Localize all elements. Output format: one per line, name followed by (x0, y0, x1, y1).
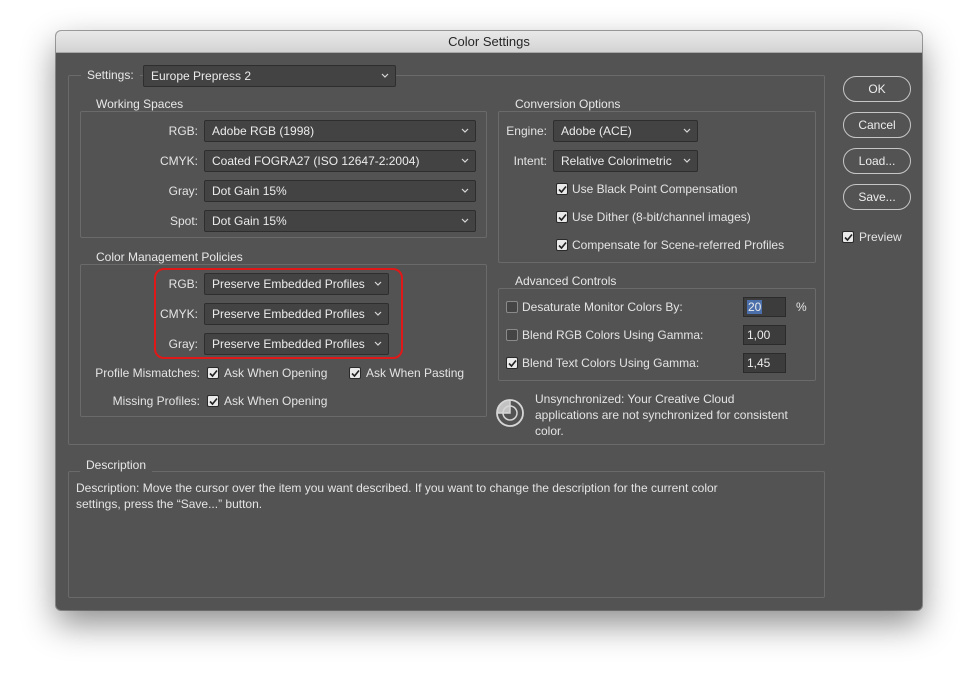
checkmark-icon (558, 241, 567, 250)
checkmark-icon (844, 233, 853, 242)
advanced-controls-title: Advanced Controls (509, 274, 623, 288)
chevron-down-icon (461, 128, 469, 133)
blend-rgb-value: 1,00 (747, 328, 771, 342)
policy-gray-value: Preserve Embedded Profiles (212, 337, 365, 351)
intent-value: Relative Colorimetric (561, 154, 672, 168)
ask-when-opening-missing-label: Ask When Opening (224, 394, 328, 408)
chevron-down-icon (683, 128, 691, 133)
working-spot-label: Spot: (169, 214, 198, 228)
working-gray-dropdown[interactable]: Dot Gain 15% (204, 180, 476, 202)
policy-rgb-label: RGB: (168, 277, 198, 291)
intent-dropdown[interactable]: Relative Colorimetric (553, 150, 698, 172)
working-cmyk-dropdown[interactable]: Coated FOGRA27 (ISO 12647-2:2004) (204, 150, 476, 172)
desaturate-label: Desaturate Monitor Colors By: (522, 300, 683, 314)
sync-status-line2: applications are not synchronized for co… (535, 408, 788, 422)
desaturate-value: 20 (747, 300, 763, 314)
preview-checkbox[interactable] (842, 231, 854, 243)
blend-text-checkbox[interactable] (506, 357, 518, 369)
ask-when-pasting-label: Ask When Pasting (366, 366, 465, 380)
load-button[interactable]: Load... (843, 148, 911, 174)
save-button[interactable]: Save... (843, 184, 911, 210)
intent-label: Intent: (513, 154, 547, 168)
policy-cmyk-label: CMYK: (159, 307, 198, 321)
blend-text-label: Blend Text Colors Using Gamma: (522, 356, 700, 370)
chevron-down-icon (374, 311, 382, 316)
engine-value: Adobe (ACE) (561, 124, 632, 138)
scene-referred-checkbox[interactable] (556, 239, 568, 251)
checkmark-icon (209, 369, 218, 378)
chevron-down-icon (461, 158, 469, 163)
dither-label: Use Dither (8-bit/channel images) (572, 210, 751, 224)
chevron-down-icon (461, 188, 469, 193)
policy-rgb-dropdown[interactable]: Preserve Embedded Profiles (204, 273, 389, 295)
ask-when-opening-mismatch-checkbox[interactable] (207, 367, 219, 379)
color-settings-dialog: Color Settings Settings: Europe Prepress… (56, 31, 922, 610)
policy-gray-label: Gray: (168, 337, 198, 351)
chevron-down-icon (374, 281, 382, 286)
chevron-down-icon (683, 158, 691, 163)
policy-rgb-value: Preserve Embedded Profiles (212, 277, 365, 291)
ask-when-opening-missing-checkbox[interactable] (207, 395, 219, 407)
working-cmyk-value: Coated FOGRA27 (ISO 12647-2:2004) (212, 154, 420, 168)
blend-text-value: 1,45 (747, 356, 771, 370)
working-rgb-dropdown[interactable]: Adobe RGB (1998) (204, 120, 476, 142)
checkmark-icon (351, 369, 360, 378)
policy-cmyk-dropdown[interactable]: Preserve Embedded Profiles (204, 303, 389, 325)
working-cmyk-label: CMYK: (159, 154, 198, 168)
chevron-down-icon (381, 73, 389, 78)
settings-dropdown[interactable]: Europe Prepress 2 (143, 65, 396, 87)
missing-profiles-label: Missing Profiles: (112, 394, 200, 408)
checkmark-icon (209, 397, 218, 406)
dither-checkbox[interactable] (556, 211, 568, 223)
black-point-checkbox[interactable] (556, 183, 568, 195)
description-line1: Description: Move the cursor over the it… (76, 481, 718, 495)
chevron-down-icon (461, 218, 469, 223)
working-spot-value: Dot Gain 15% (212, 214, 287, 228)
checkmark-icon (558, 185, 567, 194)
checkmark-icon (508, 359, 517, 368)
policy-cmyk-value: Preserve Embedded Profiles (212, 307, 365, 321)
sync-status-icon (496, 399, 524, 427)
working-rgb-value: Adobe RGB (1998) (212, 124, 315, 138)
working-rgb-label: RGB: (168, 124, 198, 138)
working-gray-value: Dot Gain 15% (212, 184, 287, 198)
policies-title: Color Management Policies (90, 250, 249, 264)
window-title: Color Settings (56, 31, 922, 53)
desaturate-checkbox[interactable] (506, 301, 518, 313)
cancel-button[interactable]: Cancel (843, 112, 911, 138)
working-spot-dropdown[interactable]: Dot Gain 15% (204, 210, 476, 232)
blend-rgb-input[interactable]: 1,00 (743, 325, 786, 345)
ok-button[interactable]: OK (843, 76, 911, 102)
engine-dropdown[interactable]: Adobe (ACE) (553, 120, 698, 142)
blend-rgb-checkbox[interactable] (506, 329, 518, 341)
desaturate-unit: % (796, 300, 807, 314)
policy-gray-dropdown[interactable]: Preserve Embedded Profiles (204, 333, 389, 355)
checkmark-icon (558, 213, 567, 222)
working-spaces-title: Working Spaces (90, 97, 190, 111)
chevron-down-icon (374, 341, 382, 346)
description-title: Description (80, 458, 153, 472)
engine-label: Engine: (506, 124, 547, 138)
ask-when-opening-mismatch-label: Ask When Opening (224, 366, 328, 380)
settings-label: Settings: (81, 68, 140, 82)
black-point-label: Use Black Point Compensation (572, 182, 738, 196)
settings-value: Europe Prepress 2 (151, 69, 252, 83)
preview-label: Preview (859, 230, 902, 244)
ask-when-pasting-checkbox[interactable] (349, 367, 361, 379)
description-line2: settings, press the “Save...” button. (76, 497, 263, 511)
sync-status-line3: color. (535, 424, 564, 438)
blend-rgb-label: Blend RGB Colors Using Gamma: (522, 328, 704, 342)
profile-mismatches-label: Profile Mismatches: (95, 366, 200, 380)
desaturate-input[interactable]: 20 (743, 297, 786, 317)
blend-text-input[interactable]: 1,45 (743, 353, 786, 373)
sync-status-line1: Unsynchronized: Your Creative Cloud (535, 392, 735, 406)
scene-referred-label: Compensate for Scene-referred Profiles (572, 238, 785, 252)
working-gray-label: Gray: (168, 184, 198, 198)
conversion-options-title: Conversion Options (509, 97, 627, 111)
